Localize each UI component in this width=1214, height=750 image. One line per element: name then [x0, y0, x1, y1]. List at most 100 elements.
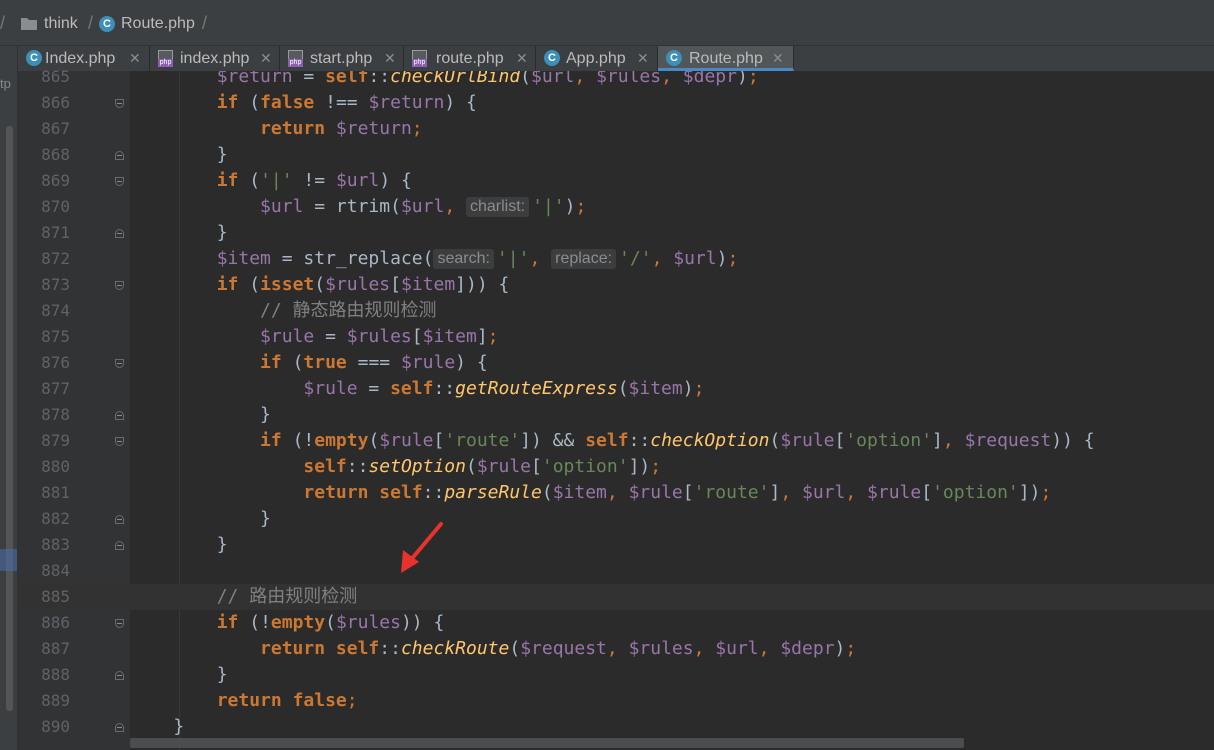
fold-marker-icon[interactable]: [115, 723, 124, 732]
line-number: 871: [41, 223, 70, 242]
code-line[interactable]: $rule = self::getRouteExpress($item);: [130, 376, 704, 402]
code-line[interactable]: return $return;: [130, 116, 423, 142]
php-file-icon: php: [412, 50, 427, 67]
tab-route-php-class[interactable]: C Route.php ✕: [658, 46, 794, 71]
tab-label: start.php: [310, 50, 373, 67]
code-line[interactable]: if (isset($rules[$item])) {: [130, 272, 510, 298]
php-class-icon: C: [544, 50, 560, 66]
line-number: 870: [41, 197, 70, 216]
tab-index-php-file[interactable]: php index.php ✕: [150, 46, 280, 71]
tab-label: index.php: [180, 50, 250, 67]
fold-marker-icon[interactable]: [115, 99, 124, 108]
line-number: 880: [41, 457, 70, 476]
line-number: 872: [41, 249, 70, 268]
code-line[interactable]: $url = rtrim($url, charlist: '|');: [130, 194, 586, 220]
project-selection-marker: [0, 549, 17, 571]
code-line[interactable]: $return = self::checkUrlBind($url, $rule…: [130, 71, 759, 90]
line-number: 873: [41, 275, 70, 294]
line-number: 881: [41, 483, 70, 502]
fold-marker-icon[interactable]: [115, 671, 124, 680]
breadcrumb: / think / C Route.php /: [0, 0, 1214, 46]
line-number: 879: [41, 431, 70, 450]
line-number: 886: [41, 613, 70, 632]
breadcrumb-label: think: [44, 15, 78, 32]
code-line[interactable]: }: [130, 142, 228, 168]
close-icon[interactable]: ✕: [772, 46, 784, 71]
code-line[interactable]: return self::parseRule($item, $rule['rou…: [130, 480, 1051, 506]
horizontal-scrollbar[interactable]: [130, 738, 964, 748]
code-line[interactable]: $rule = $rules[$item];: [130, 324, 498, 350]
code-line[interactable]: if (true === $rule) {: [130, 350, 488, 376]
line-number: 883: [41, 535, 70, 554]
line-number: 878: [41, 405, 70, 424]
tab-app-php[interactable]: C App.php ✕: [536, 46, 658, 71]
line-number: 869: [41, 171, 70, 190]
folder-icon: [21, 18, 37, 30]
code-line[interactable]: return self::checkRoute($request, $rules…: [130, 636, 856, 662]
code-line[interactable]: self::setOption($rule['option']);: [130, 454, 661, 480]
code-line[interactable]: }: [130, 402, 271, 428]
annotation-arrow: [401, 522, 443, 573]
code-line[interactable]: if ('|' != $url) {: [130, 168, 412, 194]
project-tool-strip: tp: [0, 46, 18, 750]
line-number: 885: [41, 587, 70, 606]
code-line[interactable]: // 静态路由规则检测: [130, 298, 437, 324]
line-number: 882: [41, 509, 70, 528]
code-editor[interactable]: $return = self::checkUrlBind($url, $rule…: [130, 71, 1214, 750]
code-line[interactable]: }: [130, 220, 228, 246]
code-line[interactable]: if (!empty($rules)) {: [130, 610, 445, 636]
fold-marker-icon[interactable]: [115, 281, 124, 290]
project-scrollbar[interactable]: [6, 126, 13, 711]
line-number: 867: [41, 119, 70, 138]
parameter-hint: charlist:: [466, 197, 530, 217]
code-line[interactable]: if (false !== $return) {: [130, 90, 477, 116]
fold-marker-icon[interactable]: [115, 411, 124, 420]
line-number: 868: [41, 145, 70, 164]
code-line[interactable]: }: [130, 532, 228, 558]
parameter-hint: search:: [433, 249, 494, 269]
fold-marker-icon[interactable]: [115, 619, 124, 628]
close-icon[interactable]: ✕: [129, 46, 141, 71]
line-number: 865: [41, 67, 70, 86]
fold-marker-icon[interactable]: [115, 437, 124, 446]
code-line[interactable]: $item = str_replace(search: '|', replace:…: [130, 246, 738, 272]
line-number: 888: [41, 665, 70, 684]
code-line[interactable]: return false;: [130, 688, 358, 714]
php-class-icon: C: [99, 16, 115, 32]
tab-label: App.php: [566, 50, 626, 67]
line-number: 875: [41, 327, 70, 346]
fold-marker-icon[interactable]: [115, 229, 124, 238]
php-file-icon: php: [288, 50, 303, 67]
code-line[interactable]: if (!empty($rule['route']) && self::chec…: [130, 428, 1095, 454]
line-number: 876: [41, 353, 70, 372]
code-line[interactable]: }: [130, 506, 271, 532]
breadcrumb-separator: /: [202, 13, 208, 33]
breadcrumb-separator: /: [88, 13, 94, 33]
project-strip-label: tp: [0, 76, 11, 91]
tab-start-php[interactable]: php start.php ✕: [280, 46, 404, 71]
line-number: 887: [41, 639, 70, 658]
line-number-gutter[interactable]: 865 866 867 868 869 870 871 872 873 874 875 876 877 8…: [18, 67, 130, 750]
line-number: 884: [41, 561, 70, 580]
line-number: 866: [41, 93, 70, 112]
close-icon[interactable]: ✕: [260, 46, 272, 71]
code-line[interactable]: // 路由规则检测: [130, 584, 358, 610]
close-icon[interactable]: ✕: [637, 46, 649, 71]
php-class-icon: C: [666, 50, 682, 66]
editor-tab-bar: C Index.php ✕ php index.php ✕ php start.…: [18, 46, 1214, 71]
fold-marker-icon[interactable]: [115, 151, 124, 160]
tab-route-php-file[interactable]: php route.php ✕: [404, 46, 536, 71]
parameter-hint: replace:: [551, 249, 617, 269]
line-number: 874: [41, 301, 70, 320]
fold-marker-icon[interactable]: [115, 177, 124, 186]
fold-marker-icon[interactable]: [115, 359, 124, 368]
close-icon[interactable]: ✕: [384, 46, 396, 71]
breadcrumb-label: Route.php: [121, 15, 195, 32]
fold-marker-icon[interactable]: [115, 541, 124, 550]
fold-marker-icon[interactable]: [115, 515, 124, 524]
code-line[interactable]: }: [130, 714, 184, 740]
line-number: 877: [41, 379, 70, 398]
code-line[interactable]: }: [130, 662, 228, 688]
close-icon[interactable]: ✕: [516, 46, 528, 71]
line-number: 889: [41, 691, 70, 710]
